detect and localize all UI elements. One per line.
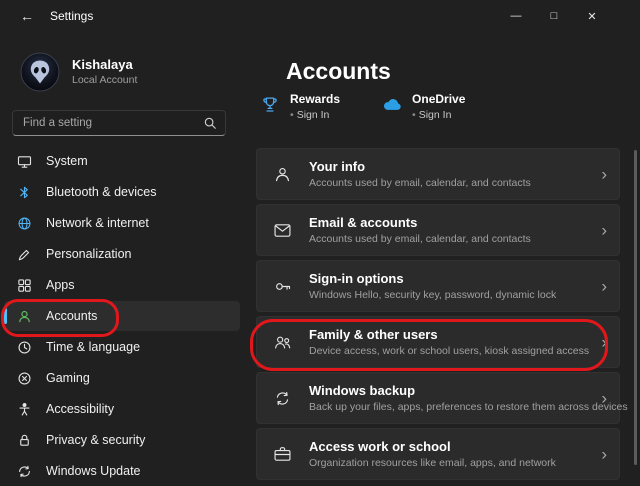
card-subtitle: Windows Hello, security key, password, d… xyxy=(309,288,557,301)
sidebar-item-label: Windows Update xyxy=(46,464,141,478)
sidebar-item-label: Time & language xyxy=(46,340,141,354)
card-subtitle: Device access, work or school users, kio… xyxy=(309,344,590,357)
apps-icon xyxy=(16,277,32,293)
time-language-icon xyxy=(16,339,32,355)
search-box[interactable] xyxy=(12,110,226,136)
card-title: Family & other users xyxy=(309,326,438,342)
search-icon xyxy=(203,116,217,130)
sidebar-item-gaming[interactable]: Gaming xyxy=(4,363,240,393)
sidebar-item-personalization[interactable]: Personalization xyxy=(4,239,240,269)
card-subtitle: Accounts used by email, calendar, and co… xyxy=(309,176,531,189)
sign-in-options-icon xyxy=(271,275,293,297)
gaming-icon xyxy=(16,370,32,386)
rewards-icon xyxy=(258,93,282,117)
sidebar: Kishalaya Local Account System xyxy=(0,32,248,486)
rewards-signin[interactable]: • Sign In xyxy=(290,108,340,124)
titlebar: ← Settings — □ ✕ xyxy=(0,0,640,32)
windows-update-icon xyxy=(16,463,32,479)
card-subtitle: Accounts used by email, calendar, and co… xyxy=(309,232,531,245)
sidebar-item-system[interactable]: System xyxy=(4,146,240,176)
sidebar-nav: System Bluetooth & devices Network & int… xyxy=(4,146,240,486)
sidebar-item-bluetooth-devices[interactable]: Bluetooth & devices xyxy=(4,177,240,207)
promo-row: Rewards • Sign In OneDrive • Sign In xyxy=(258,92,465,123)
network-icon xyxy=(16,215,32,231)
user-profile[interactable]: Kishalaya Local Account xyxy=(20,52,137,92)
onedrive-label: OneDrive xyxy=(412,92,466,106)
card-email-accounts[interactable]: Email & accounts Accounts used by email,… xyxy=(256,204,620,256)
signin-link[interactable]: Sign In xyxy=(419,109,452,121)
accessibility-icon xyxy=(16,401,32,417)
personalization-icon xyxy=(16,246,32,262)
card-subtitle: Organization resources like email, apps,… xyxy=(309,456,556,469)
close-button[interactable]: ✕ xyxy=(578,2,606,30)
bullet: • xyxy=(412,108,416,121)
card-sign-in-options[interactable]: Sign-in options Windows Hello, security … xyxy=(256,260,620,312)
sidebar-item-network-internet[interactable]: Network & internet xyxy=(4,208,240,238)
search-input[interactable] xyxy=(21,116,203,130)
sidebar-item-label: Privacy & security xyxy=(46,433,146,447)
sidebar-item-label: Bluetooth & devices xyxy=(46,185,157,199)
sidebar-item-label: Apps xyxy=(46,278,75,292)
sidebar-item-time-language[interactable]: Time & language xyxy=(4,332,240,362)
sidebar-item-label: Accounts xyxy=(46,309,98,323)
back-button[interactable]: ← xyxy=(14,6,40,26)
work-school-icon xyxy=(271,443,293,465)
card-title: Your info xyxy=(309,158,366,174)
main-content: Accounts Rewards • Sign In OneDrive • Si… xyxy=(248,32,640,486)
sidebar-item-label: Gaming xyxy=(46,371,90,385)
card-family-other-users[interactable]: Family & other users Device access, work… xyxy=(256,316,620,368)
onedrive-signin[interactable]: • Sign In xyxy=(412,108,465,124)
sidebar-item-label: System xyxy=(46,154,88,168)
bluetooth-icon xyxy=(16,184,32,200)
sidebar-item-label: Network & internet xyxy=(46,216,149,230)
card-subtitle: Back up your files, apps, preferences to… xyxy=(309,400,628,413)
card-title: Access work or school xyxy=(309,438,451,454)
sidebar-item-accounts[interactable]: Accounts xyxy=(4,301,240,331)
chevron-right-icon: › xyxy=(601,164,607,184)
maximize-button[interactable]: □ xyxy=(540,2,568,30)
card-title: Email & accounts xyxy=(309,214,418,230)
scrollbar[interactable] xyxy=(634,150,637,465)
chevron-right-icon: › xyxy=(601,276,607,296)
window-controls: — □ ✕ xyxy=(502,0,606,32)
page-title: Accounts xyxy=(286,58,391,84)
sidebar-item-windows-update[interactable]: Windows Update xyxy=(4,456,240,486)
card-your-info[interactable]: Your info Accounts used by email, calend… xyxy=(256,148,620,200)
signin-link[interactable]: Sign In xyxy=(297,109,330,121)
sidebar-item-accessibility[interactable]: Accessibility xyxy=(4,394,240,424)
system-icon xyxy=(16,153,32,169)
chevron-right-icon: › xyxy=(601,444,607,464)
card-title: Sign-in options xyxy=(309,270,404,286)
card-access-work-school[interactable]: Access work or school Organization resou… xyxy=(256,428,620,480)
chevron-right-icon: › xyxy=(601,220,607,240)
privacy-icon xyxy=(16,432,32,448)
accounts-icon xyxy=(16,308,32,324)
chevron-right-icon: › xyxy=(601,332,607,352)
minimize-button[interactable]: — xyxy=(502,2,530,30)
bullet: • xyxy=(290,108,294,121)
rewards-promo[interactable]: Rewards • Sign In xyxy=(258,92,340,123)
onedrive-icon xyxy=(380,93,404,117)
family-icon xyxy=(271,331,293,353)
settings-window: ← Settings — □ ✕ Kishalaya Local Account… xyxy=(0,0,640,486)
sidebar-item-label: Personalization xyxy=(46,247,132,261)
windows-backup-icon xyxy=(271,387,293,409)
rewards-label: Rewards xyxy=(290,92,341,106)
email-accounts-icon xyxy=(271,219,293,241)
user-account-type: Local Account xyxy=(72,73,138,86)
card-windows-backup[interactable]: Windows backup Back up your files, apps,… xyxy=(256,372,628,424)
sidebar-item-label: Accessibility xyxy=(46,402,115,416)
sidebar-item-privacy-security[interactable]: Privacy & security xyxy=(4,425,240,455)
sidebar-item-apps[interactable]: Apps xyxy=(4,270,240,300)
onedrive-promo[interactable]: OneDrive • Sign In xyxy=(380,92,465,123)
card-title: Windows backup xyxy=(309,382,416,398)
your-info-icon xyxy=(271,163,293,185)
avatar xyxy=(20,52,60,92)
settings-card-list: Your info Accounts used by email, calend… xyxy=(256,148,628,480)
user-name: Kishalaya xyxy=(72,57,133,73)
chevron-right-icon: › xyxy=(601,388,607,408)
window-title: Settings xyxy=(50,9,94,23)
